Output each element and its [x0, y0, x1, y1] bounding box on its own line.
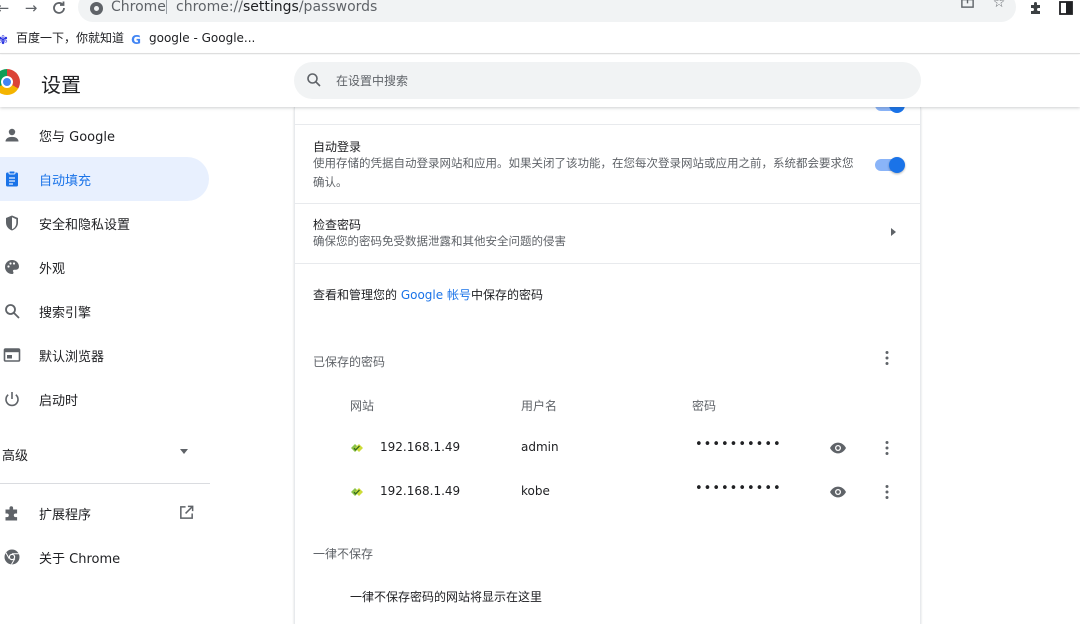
- sidebar-item-about-chrome[interactable]: 关于 Chrome: [0, 535, 209, 579]
- browser-toolbar: ← → Chrome chrome://settings/passwords ☆: [0, 0, 1080, 22]
- chrome-logo-icon: [0, 69, 20, 95]
- bookmark-label: google - Google...: [149, 31, 256, 45]
- sidebar-item-label: 默认浏览器: [39, 350, 105, 365]
- sidebar-item-autofill[interactable]: 自动填充: [0, 157, 209, 201]
- sidebar-item-label: 自动填充: [39, 174, 92, 189]
- google-account-link[interactable]: Google 帐号: [401, 288, 471, 302]
- bookmark-google[interactable]: Ggoogle - Google...: [129, 30, 256, 47]
- never-saved-empty-text: 一律不保存密码的网站将显示在这里: [350, 590, 543, 604]
- settings-search[interactable]: [294, 62, 921, 99]
- password-site: 192.168.1.49: [380, 484, 461, 498]
- sidebar-item-you-and-google[interactable]: 您与 Google: [0, 113, 209, 157]
- never-saved-heading: 一律不保存: [313, 547, 374, 561]
- chrome-icon: [4, 549, 20, 565]
- password-masked: ••••••••••: [695, 481, 782, 496]
- settings-header: 设置: [0, 55, 1080, 107]
- arrow-right-icon[interactable]: →: [22, 0, 40, 18]
- column-header-password: 密码: [692, 399, 717, 413]
- manage-account-text: 查看和管理您的 Google 帐号中保存的密码: [313, 286, 543, 303]
- search-icon: [5, 304, 20, 319]
- power-icon: [5, 392, 19, 407]
- search-icon: [307, 73, 321, 87]
- page-title: 设置: [41, 73, 81, 97]
- open-in-new-icon[interactable]: [178, 504, 195, 521]
- password-row[interactable]: 192.168.1.49 admin ••••••••••: [295, 426, 920, 470]
- eye-icon[interactable]: [829, 439, 847, 457]
- search-input[interactable]: [336, 71, 896, 91]
- password-site: 192.168.1.49: [380, 440, 461, 454]
- sidebar-item-on-startup[interactable]: 启动时: [0, 377, 209, 421]
- eye-icon[interactable]: [829, 483, 847, 501]
- more-vert-icon[interactable]: [877, 438, 897, 458]
- sidebar-item-label: 外观: [39, 262, 66, 277]
- password-row[interactable]: 192.168.1.49 kobe ••••••••••: [295, 470, 920, 514]
- sidebar-item-privacy[interactable]: 安全和隐私设置: [0, 201, 209, 245]
- url-prefix: chrome://: [176, 0, 243, 15]
- puzzle-icon: [5, 506, 18, 521]
- bookmark-label: 百度一下，你就知道: [16, 31, 125, 45]
- more-vert-icon[interactable]: [877, 482, 897, 502]
- sidebar-item-appearance[interactable]: 外观: [0, 245, 209, 289]
- person-icon: [5, 128, 19, 142]
- sidebar-item-label: 启动时: [39, 394, 79, 409]
- address-bar[interactable]: Chrome chrome://settings/passwords ☆: [78, 0, 1016, 22]
- chevron-down-icon[interactable]: [180, 449, 188, 454]
- sidebar-item-search-engine[interactable]: 搜索引擎: [0, 289, 209, 333]
- address-bar-origin-label: Chrome: [111, 0, 166, 15]
- browser-window-icon: [3, 348, 21, 362]
- star-icon[interactable]: ☆: [990, 0, 1008, 12]
- manage-suffix: 中保存的密码: [470, 288, 543, 302]
- passwords-card: 自动登录 使用存储的凭据自动登录网站和应用。如果关闭了该功能，在您每次登录网站或…: [294, 107, 921, 624]
- password-masked: ••••••••••: [695, 437, 782, 452]
- reload-icon[interactable]: [50, 0, 68, 18]
- chevron-right-icon[interactable]: [891, 228, 896, 236]
- more-vert-icon[interactable]: [877, 348, 897, 368]
- shield-icon: [6, 215, 18, 231]
- bookmarks-bar: ✾ 百度一下，你就知道 Ggoogle - Google...: [0, 22, 1080, 54]
- bookmark-baidu[interactable]: ✾ 百度一下，你就知道: [0, 30, 125, 47]
- sidebar-item-label: 扩展程序: [39, 508, 92, 523]
- palette-icon: [5, 260, 19, 274]
- saved-passwords-heading: 已保存的密码: [313, 355, 386, 369]
- side-panel-icon[interactable]: [1057, 0, 1075, 18]
- sidebar-item-label: 安全和隐私设置: [39, 218, 131, 233]
- url-path: /passwords: [298, 0, 378, 15]
- puzzle-icon[interactable]: [1027, 0, 1045, 18]
- row-divider: [295, 124, 920, 125]
- row-divider: [295, 263, 920, 264]
- password-username: admin: [521, 440, 559, 454]
- check-passwords-title: 检查密码: [313, 218, 362, 232]
- sidebar: 您与 Google 自动填充 安全和隐私设置 外观 搜索引擎 默认浏览器 启动时…: [0, 107, 215, 624]
- chrome-page-icon: [90, 2, 103, 15]
- address-bar-url[interactable]: chrome://settings/passwords: [176, 0, 377, 15]
- clipboard-icon: [6, 170, 18, 187]
- offer-to-save-toggle[interactable]: [875, 107, 905, 113]
- check-passwords-row[interactable]: 检查密码 确保您的密码免受数据泄露和其他安全问题的侵害: [295, 204, 920, 263]
- auto-signin-toggle[interactable]: [875, 157, 905, 173]
- column-header-username: 用户名: [521, 399, 558, 413]
- sidebar-item-label: 您与 Google: [39, 130, 115, 145]
- share-icon[interactable]: [958, 0, 976, 12]
- check-passwords-description: 确保您的密码免受数据泄露和其他安全问题的侵害: [313, 234, 566, 248]
- google-g-icon: G: [131, 33, 141, 47]
- site-favicon-icon: [351, 488, 363, 496]
- url-host: settings: [243, 0, 299, 15]
- auto-signin-title: 自动登录: [313, 140, 362, 154]
- address-bar-separator: [166, 0, 167, 14]
- arrow-left-icon[interactable]: ←: [0, 0, 12, 18]
- column-header-website: 网站: [350, 399, 375, 413]
- sidebar-advanced-label[interactable]: 高级: [2, 445, 28, 464]
- site-favicon-icon: [351, 444, 363, 452]
- sidebar-item-default-browser[interactable]: 默认浏览器: [0, 333, 209, 377]
- baidu-paw-icon: ✾: [0, 33, 9, 47]
- auto-signin-description: 使用存储的凭据自动登录网站和应用。如果关闭了该功能，在您每次登录网站或应用之前，…: [313, 156, 854, 189]
- sidebar-divider: [0, 483, 210, 484]
- password-username: kobe: [521, 484, 550, 498]
- sidebar-item-label: 关于 Chrome: [39, 552, 121, 567]
- manage-prefix: 查看和管理您的: [313, 288, 401, 302]
- sidebar-item-label: 搜索引擎: [39, 306, 92, 321]
